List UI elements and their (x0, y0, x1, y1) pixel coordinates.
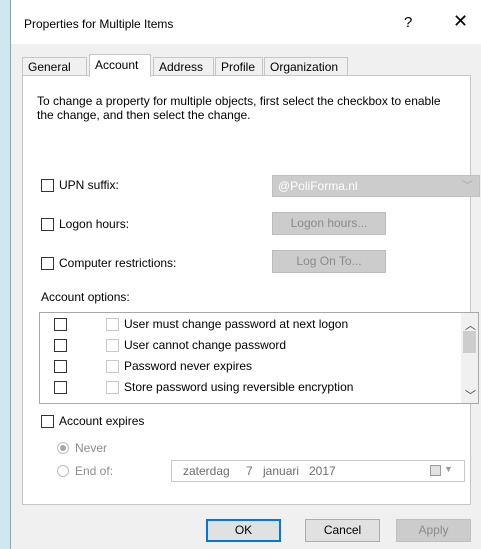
upn-suffix-label: UPN suffix: (59, 178, 119, 192)
apply-button[interactable]: Apply (396, 519, 471, 542)
log-on-to-button[interactable]: Log On To... (272, 250, 386, 273)
tab-profile[interactable]: Profile (215, 57, 263, 76)
account-option-label: Password never expires (124, 359, 253, 373)
account-option-checkbox[interactable] (106, 318, 119, 331)
never-label: Never (75, 441, 108, 455)
instructions-text: To change a property for multiple object… (37, 94, 441, 122)
account-option-enable-checkbox[interactable] (54, 360, 67, 373)
tab-address[interactable]: Address (153, 57, 214, 76)
title-bar: Properties for Multiple Items ? ✕ (11, 0, 481, 44)
account-option-label: Store password using reversible encrypti… (124, 380, 354, 394)
account-option-checkbox[interactable] (106, 339, 119, 352)
end-of-label: End of: (75, 464, 114, 478)
date-weekday: zaterdag (183, 464, 230, 478)
account-option-enable-checkbox[interactable] (54, 339, 67, 352)
help-button[interactable]: ? (404, 14, 412, 31)
cancel-button[interactable]: Cancel (305, 519, 380, 542)
chevron-down-icon: ﹀ (462, 180, 473, 192)
date-day: 7 (246, 464, 253, 478)
tab-organization[interactable]: Organization (264, 57, 348, 76)
account-option-enable-checkbox[interactable] (54, 381, 67, 394)
account-option-label: User must change password at next logon (124, 317, 349, 331)
date-year: 2017 (309, 464, 336, 478)
account-tab-panel: To change a property for multiple object… (22, 75, 480, 505)
account-options-scrollbar[interactable]: ︿ ﹀ (461, 313, 478, 403)
logon-hours-checkbox[interactable] (41, 218, 54, 231)
account-expires-checkbox[interactable] (41, 415, 54, 428)
end-of-radio[interactable] (57, 465, 69, 477)
close-button[interactable]: ✕ (453, 11, 468, 32)
ok-button[interactable]: OK (206, 519, 281, 542)
window-title: Properties for Multiple Items (24, 17, 174, 31)
computer-restrictions-checkbox[interactable] (41, 257, 54, 270)
tab-general[interactable]: General (22, 57, 87, 76)
dropdown-arrow-icon[interactable]: ▼ (444, 464, 453, 474)
account-option-label: User cannot change password (124, 338, 287, 352)
account-options-label: Account options: (41, 290, 130, 304)
tab-account[interactable]: Account (89, 54, 151, 77)
expiry-date-picker[interactable]: zaterdag 7 januari 2017 ▼ (171, 460, 465, 482)
account-options-list[interactable]: User must change password at next logon … (39, 312, 479, 404)
account-option-enable-checkbox[interactable] (54, 318, 67, 331)
never-radio[interactable] (57, 442, 69, 454)
scrollbar-thumb[interactable] (463, 331, 476, 353)
account-option-checkbox[interactable] (106, 381, 119, 394)
account-expires-label: Account expires (59, 414, 145, 428)
chevron-down-icon[interactable]: ﹀ (465, 387, 476, 403)
upn-suffix-value: @PoliForma.nl (278, 179, 358, 193)
radio-selected-dot (60, 445, 66, 451)
computer-restrictions-label: Computer restrictions: (59, 256, 177, 270)
account-option-checkbox[interactable] (106, 360, 119, 373)
date-month: januari (263, 464, 300, 478)
logon-hours-label: Logon hours: (59, 217, 130, 231)
calendar-icon[interactable] (430, 465, 441, 476)
upn-suffix-checkbox[interactable] (41, 179, 54, 192)
properties-dialog: Properties for Multiple Items ? ✕ Genera… (10, 0, 481, 549)
upn-suffix-combo[interactable]: @PoliForma.nl ﹀ (272, 175, 480, 197)
logon-hours-button[interactable]: Logon hours... (272, 212, 386, 235)
